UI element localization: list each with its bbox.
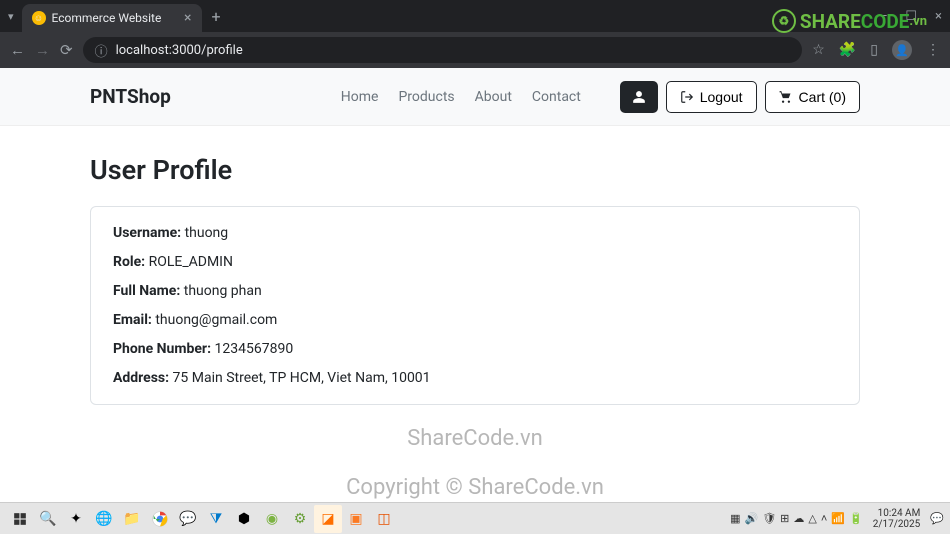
value-email: thuong@gmail.com	[155, 312, 277, 328]
logout-icon	[680, 90, 694, 104]
tab-list-dropdown[interactable]: ▾	[8, 10, 14, 23]
tray-icon-3[interactable]: 🛡	[762, 512, 776, 525]
reload-icon[interactable]: ⟳	[60, 41, 73, 59]
edge-icon[interactable]: 🌐	[90, 505, 118, 533]
profile-button[interactable]	[620, 81, 658, 113]
site-info-icon[interactable]: ⓘ	[95, 41, 108, 60]
label-fullname: Full Name:	[113, 283, 184, 299]
field-fullname: Full Name: thuong phan	[113, 283, 837, 299]
tab-title: Ecommerce Website	[52, 11, 162, 25]
url-input[interactable]: ⓘ localhost:3000/profile	[83, 37, 803, 63]
app-icon-2[interactable]: ⚙	[286, 505, 314, 533]
zalo-icon[interactable]: 💬	[174, 505, 202, 533]
start-icon[interactable]	[6, 505, 34, 533]
site-header: PNTShop Home Products About Contact Logo…	[0, 68, 950, 126]
nav-contact[interactable]: Contact	[532, 89, 581, 105]
field-phone: Phone Number: 1234567890	[113, 341, 837, 357]
label-username: Username:	[113, 225, 185, 241]
value-username: thuong	[185, 225, 229, 241]
label-role: Role:	[113, 254, 149, 270]
browser-address-bar: ← → ⟳ ⓘ localhost:3000/profile ☆ 🧩 ▯ 👤 ⋮	[0, 32, 950, 68]
forward-icon[interactable]: →	[35, 41, 50, 59]
value-role: ROLE_ADMIN	[149, 254, 233, 270]
field-email: Email: thuong@gmail.com	[113, 312, 837, 328]
search-icon[interactable]: 🔍	[34, 505, 62, 533]
field-role: Role: ROLE_ADMIN	[113, 254, 837, 270]
taskbar-clock[interactable]: 10:24 AM 2/17/2025	[867, 508, 927, 530]
bookmark-icon[interactable]: ☆	[812, 42, 825, 58]
browser-menu-icon[interactable]: ⋮	[926, 42, 940, 58]
label-address: Address:	[113, 370, 173, 386]
back-icon[interactable]: ←	[10, 41, 25, 59]
profile-avatar-icon[interactable]: 👤	[892, 40, 912, 60]
clock-date: 2/17/2025	[873, 519, 921, 530]
close-tab-icon[interactable]: ×	[184, 10, 191, 26]
app-icon-4[interactable]: ◫	[370, 505, 398, 533]
vscode-icon[interactable]: ⧩	[202, 505, 230, 533]
xampp-icon[interactable]: ▣	[342, 505, 370, 533]
windows-taskbar: 🔍 ✦ 🌐 📁 💬 ⧩ ⬢ ◉ ⚙ ◪ ▣ ◫ ▦ 🔊 🛡 ⊞ ☁ △ ˄ 📶 …	[0, 502, 950, 534]
close-window-icon[interactable]: ×	[935, 9, 942, 24]
tray-icon-5[interactable]: ☁	[793, 512, 804, 525]
profile-card: Username: thuong Role: ROLE_ADMIN Full N…	[90, 206, 860, 405]
watermark-mid: ShareCode.vn	[407, 426, 543, 451]
nav-home[interactable]: Home	[341, 89, 379, 105]
notifications-icon[interactable]: 💬	[930, 512, 944, 525]
tray-battery-icon[interactable]: 🔋	[849, 512, 863, 525]
brand-logo[interactable]: PNTShop	[90, 85, 171, 108]
recycle-icon: ♻	[772, 9, 796, 33]
logout-button[interactable]: Logout	[666, 81, 757, 113]
nav-products[interactable]: Products	[398, 89, 454, 105]
clock-time: 10:24 AM	[873, 508, 921, 519]
tray-chevron-icon[interactable]: ˄	[821, 512, 827, 525]
browser-tab[interactable]: ☺ Ecommerce Website ×	[22, 4, 202, 32]
tab-favicon-icon: ☺	[32, 11, 46, 25]
page-title: User Profile	[90, 154, 860, 186]
app-icon-3[interactable]: ◪	[314, 505, 342, 533]
new-tab-button[interactable]: +	[212, 7, 221, 26]
extensions-icon[interactable]: 🧩	[839, 42, 856, 58]
side-panel-icon[interactable]: ▯	[870, 42, 878, 58]
label-email: Email:	[113, 312, 155, 328]
cart-button[interactable]: Cart (0)	[765, 81, 860, 113]
tray-icon-4[interactable]: ⊞	[780, 512, 789, 525]
value-phone: 1234567890	[215, 341, 294, 357]
value-address: 75 Main Street, TP HCM, Viet Nam, 10001	[173, 370, 431, 386]
nav-about[interactable]: About	[475, 89, 512, 105]
wm-suffix: .vn	[909, 14, 927, 29]
field-address: Address: 75 Main Street, TP HCM, Viet Na…	[113, 370, 837, 386]
cart-label: Cart (0)	[799, 89, 846, 105]
app-icon-1[interactable]: ◉	[258, 505, 286, 533]
chatgpt-icon[interactable]: ⬢	[230, 505, 258, 533]
url-text: localhost:3000/profile	[116, 43, 243, 58]
label-phone: Phone Number:	[113, 341, 215, 357]
tray-icon-1[interactable]: ▦	[730, 512, 740, 525]
tray-icon-2[interactable]: 🔊	[745, 512, 759, 525]
main-nav: Home Products About Contact	[341, 89, 581, 105]
value-fullname: thuong phan	[184, 283, 262, 299]
watermark-logo: ♻ SHARECODE.vn	[772, 9, 927, 33]
tray-wifi-icon[interactable]: 📶	[831, 512, 845, 525]
logout-label: Logout	[700, 89, 743, 105]
tray-icon-6[interactable]: △	[808, 512, 816, 525]
explorer-icon[interactable]: 📁	[118, 505, 146, 533]
watermark-bottom: Copyright © ShareCode.vn	[346, 475, 604, 500]
wm-text2: CODE	[861, 10, 910, 33]
page-content: PNTShop Home Products About Contact Logo…	[0, 68, 950, 433]
wm-text1: SHARE	[800, 10, 861, 33]
field-username: Username: thuong	[113, 225, 837, 241]
chrome-icon[interactable]	[146, 505, 174, 533]
copilot-icon[interactable]: ✦	[62, 505, 90, 533]
cart-icon	[779, 90, 793, 104]
user-icon	[632, 90, 646, 104]
